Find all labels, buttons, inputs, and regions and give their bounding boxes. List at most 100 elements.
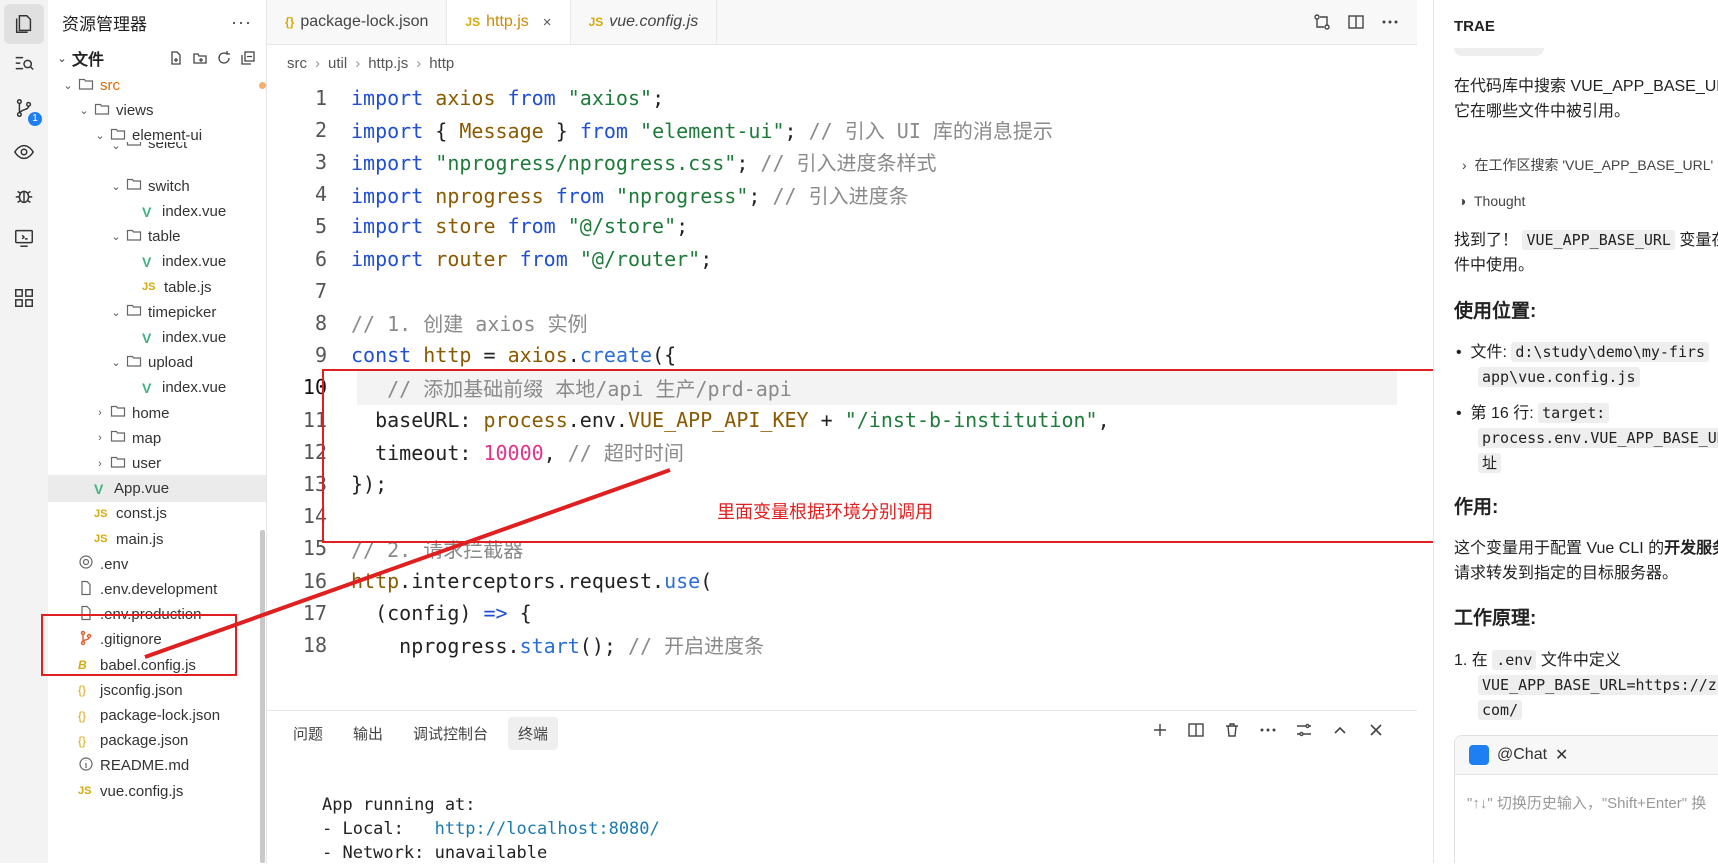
babel-icon: B [78,658,87,673]
tree-item[interactable]: JS const.js [48,500,266,527]
refresh-icon[interactable] [216,50,232,66]
tree-item-label: select [148,142,188,152]
compare-icon[interactable] [1313,13,1331,31]
scroll-indicator [1454,48,1544,56]
tree-item[interactable]: JS vue.config.js [48,778,266,805]
tree-item[interactable]: ⌄ table [48,223,266,250]
search-icon[interactable] [4,44,44,84]
tree-item[interactable]: {} jsconfig.json [48,677,266,704]
code-line: 1 import axios from "axios"; [267,80,1397,115]
tree-item[interactable]: ⌄ timepicker [48,299,266,326]
line-number: 9 [314,343,327,368]
search-step[interactable]: › 在工作区搜索 'VUE_APP_BASE_URL' [1462,155,1713,175]
tree-item[interactable]: .env [48,551,266,578]
more-icon[interactable] [1259,721,1277,739]
chat-input-box[interactable]: @Chat ✕ "↑↓" 切换历史输入，"Shift+Enter" 换 [1454,735,1718,863]
code-line: 7 [267,273,1397,308]
panel-tab[interactable]: 终端 [508,716,559,750]
chevron-down-icon: ⌄ [63,80,73,92]
panel-tab[interactable]: 输出 [353,723,383,744]
folder-icon [126,227,148,247]
breadcrumb-item[interactable]: http.js [368,55,408,72]
source-control-icon[interactable]: 1 [4,88,44,128]
vue-file-icon: V [142,379,152,396]
js-file-icon: JS [78,785,92,798]
panel-tab[interactable]: 问题 [293,723,323,744]
tree-item[interactable]: ⌄ src [48,72,266,99]
code-line: 3 import "nprogress/nprogress.css"; // 引入… [267,144,1397,179]
new-folder-icon[interactable] [192,50,208,66]
explorer-scrollbar[interactable] [260,530,265,863]
debug-icon[interactable] [4,176,44,216]
tree-item[interactable]: {} package-lock.json [48,702,266,729]
split-editor-icon[interactable] [1347,13,1365,31]
breadcrumb-item[interactable]: util [328,55,347,72]
tree-item-label: index.vue [162,203,227,220]
files-section-header[interactable]: ⌄ 文件 [48,44,266,72]
chat-mention[interactable]: @Chat [1497,746,1547,764]
trash-icon[interactable] [1223,721,1241,739]
tree-item[interactable]: JS table.js [48,274,266,301]
tools-icon[interactable]: ✕ [1555,745,1568,765]
remote-icon[interactable] [4,218,44,258]
scm-badge: 1 [28,112,42,126]
tree-item[interactable]: ⌄ select [48,142,266,152]
folder-icon [110,403,132,423]
tree-item[interactable]: Vindex.vue [48,198,266,225]
terminal-output[interactable]: App running at: - Local: http://localhos… [322,793,660,865]
add-terminal-icon[interactable] [1151,721,1169,739]
tree-item-label: .env.production [100,606,202,624]
tree-item-label: home [132,404,170,422]
chevron-down-icon: ⌄ [57,52,67,65]
tree-item[interactable]: Vindex.vue [48,248,266,275]
code-text: import { Message } from "element-ui"; //… [351,119,1053,144]
editor-tab[interactable]: JS http.js × [447,0,571,44]
tree-item[interactable]: ⌄ views [48,97,266,124]
new-file-icon[interactable] [168,50,184,66]
tree-item[interactable]: › map [48,425,266,452]
eye-icon[interactable] [4,132,44,172]
extensions-icon[interactable] [4,278,44,318]
settings-icon[interactable] [1295,721,1313,739]
editor-tab[interactable]: JS vue.config.js [571,0,718,44]
tree-item[interactable]: ⌄ upload [48,349,266,376]
tree-item[interactable]: V App.vue [48,475,266,503]
tree-item[interactable]: .env.development [48,576,266,603]
tree-item[interactable]: Bbabel.config.js [48,652,266,679]
tree-item[interactable]: .gitignore [48,626,266,653]
editor-tab[interactable]: {} package-lock.json [267,0,448,44]
more-icon[interactable]: ··· [231,12,252,33]
close-icon[interactable]: × [543,14,552,31]
json-file-icon: {} [78,708,87,723]
breadcrumb-item[interactable]: http [429,55,454,72]
close-icon[interactable] [1367,721,1385,739]
chevron-up-icon[interactable] [1331,721,1349,739]
tree-item[interactable]: {} package.json [48,727,266,754]
thought-icon: ◑ [1458,193,1467,209]
tree-item[interactable]: ⌄ switch [48,173,266,200]
more-actions-icon[interactable] [1381,13,1399,31]
tree-item-label: App.vue [114,480,170,498]
chevron-down-icon: ⌄ [79,105,89,118]
tree-item[interactable]: › user [48,450,266,477]
tree-item[interactable]: Vindex.vue [48,374,266,401]
collapse-all-icon[interactable] [240,50,256,66]
tree-item[interactable]: Vindex.vue [48,324,266,351]
tree-item-label: jsconfig.json [100,681,183,699]
thought-toggle[interactable]: ◑ Thought [1458,193,1525,209]
line-number: 16 [302,568,327,593]
split-terminal-icon[interactable] [1187,721,1205,739]
terminal-local-url[interactable]: http://localhost:8080/ [435,819,660,839]
tab-label: http.js [486,13,529,30]
tree-item[interactable]: README.md [48,752,266,779]
code-text: import store from "@/store"; [351,214,689,239]
breadcrumb-item[interactable]: src [287,55,307,72]
terminal-local-label: - Local: [322,819,435,839]
js-file-icon: JS [588,15,604,29]
explorer-icon[interactable] [4,4,44,44]
panel-tab[interactable]: 调试控制台 [413,723,488,744]
tree-item[interactable]: › home [48,400,266,427]
tree-item[interactable]: .env.production [48,601,266,628]
tree-item[interactable]: JS main.js [48,526,266,553]
folder-icon [110,428,132,448]
